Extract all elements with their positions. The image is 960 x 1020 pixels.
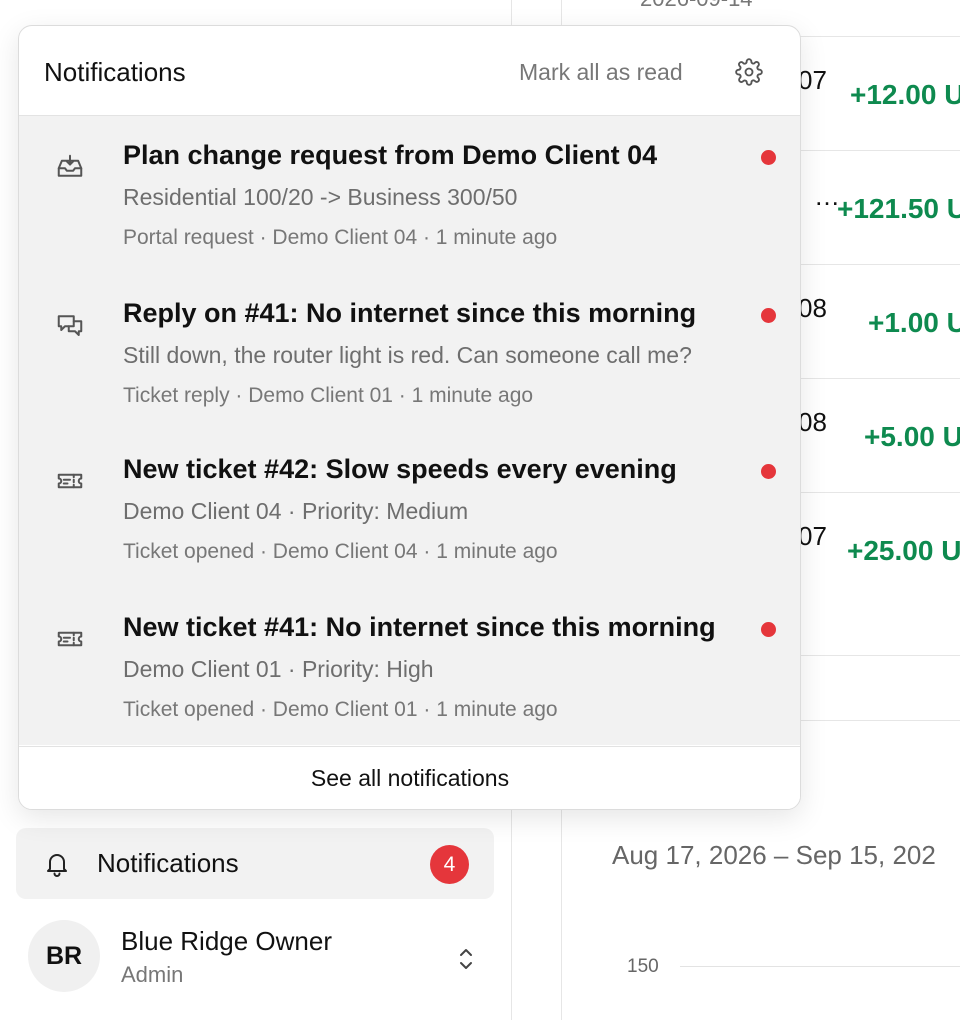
- popover-title: Notifications: [44, 57, 186, 87]
- unread-indicator: [761, 622, 776, 637]
- notification-meta: Ticket reply · Demo Client 01 · 1 minute…: [123, 384, 534, 407]
- inbox-download-icon: [55, 152, 85, 182]
- user-role: Admin: [121, 962, 184, 987]
- y-axis-tick-label: 150: [627, 956, 659, 977]
- user-menu[interactable]: BR Blue Ridge Owner Admin: [28, 920, 494, 992]
- sidebar-item-notifications[interactable]: Notifications 4: [16, 828, 494, 899]
- notification-item-ticket-41[interactable]: New ticket #41: No internet since this m…: [19, 588, 800, 746]
- notification-item-plan-change[interactable]: Plan change request from Demo Client 04 …: [19, 116, 800, 274]
- chevron-up-down-icon: [456, 946, 476, 977]
- avatar: BR: [28, 920, 100, 992]
- notification-subtitle: Demo Client 01 · Priority: High: [123, 656, 434, 682]
- gear-icon[interactable]: [735, 58, 763, 86]
- transaction-time: 07: [798, 65, 827, 95]
- transaction-date-header: 2026-09-14: [640, 0, 753, 12]
- notification-title: New ticket #42: Slow speeds every evenin…: [123, 454, 677, 484]
- unread-indicator: [761, 308, 776, 323]
- transaction-time: 07: [798, 521, 827, 551]
- notification-title: Plan change request from Demo Client 04: [123, 140, 658, 170]
- unread-indicator: [761, 464, 776, 479]
- mark-all-read-button[interactable]: Mark all as read: [519, 59, 683, 86]
- notification-subtitle: Demo Client 04 · Priority: Medium: [123, 498, 469, 524]
- notification-subtitle: Residential 100/20 -> Business 300/50: [123, 184, 518, 210]
- transaction-amount: +12.00 U: [850, 79, 960, 110]
- ticket-icon: [55, 624, 85, 654]
- notification-meta: Ticket opened · Demo Client 01 · 1 minut…: [123, 698, 558, 721]
- sidebar-item-label: Notifications: [97, 848, 239, 878]
- notification-title: Reply on #41: No internet since this mor…: [123, 298, 697, 328]
- notification-title: New ticket #41: No internet since this m…: [123, 612, 716, 642]
- notification-meta: Portal request · Demo Client 04 · 1 minu…: [123, 226, 558, 249]
- bell-icon: [44, 851, 70, 877]
- notification-count-badge: 4: [430, 845, 469, 884]
- user-name: Blue Ridge Owner: [121, 926, 332, 956]
- y-gridline: [680, 966, 960, 967]
- transaction-time: 08: [798, 407, 827, 437]
- notification-item-ticket-42[interactable]: New ticket #42: Slow speeds every evenin…: [19, 430, 800, 588]
- notification-list: Plan change request from Demo Client 04 …: [19, 116, 800, 745]
- see-all-notifications-link[interactable]: See all notifications: [19, 746, 800, 809]
- transaction-amount: +25.00 U: [847, 535, 960, 566]
- notification-meta: Ticket opened · Demo Client 04 · 1 minut…: [123, 540, 558, 563]
- unread-indicator: [761, 150, 776, 165]
- notification-item-ticket-reply[interactable]: Reply on #41: No internet since this mor…: [19, 274, 800, 432]
- ticket-icon: [55, 466, 85, 496]
- notification-subtitle: Still down, the router light is red. Can…: [123, 342, 692, 368]
- trend-date-range: Aug 17, 2026 – Sep 15, 202: [612, 840, 936, 870]
- transaction-time: 08: [798, 293, 827, 323]
- chat-bubbles-icon: [55, 310, 85, 340]
- transaction-amount: +1.00 U: [868, 307, 960, 338]
- popover-header: Notifications Mark all as read: [19, 26, 800, 116]
- transaction-amount: +121.50 U: [837, 193, 960, 224]
- notifications-popover: Notifications Mark all as read Plan chan…: [18, 25, 801, 810]
- transaction-amount: +5.00 U: [864, 421, 960, 452]
